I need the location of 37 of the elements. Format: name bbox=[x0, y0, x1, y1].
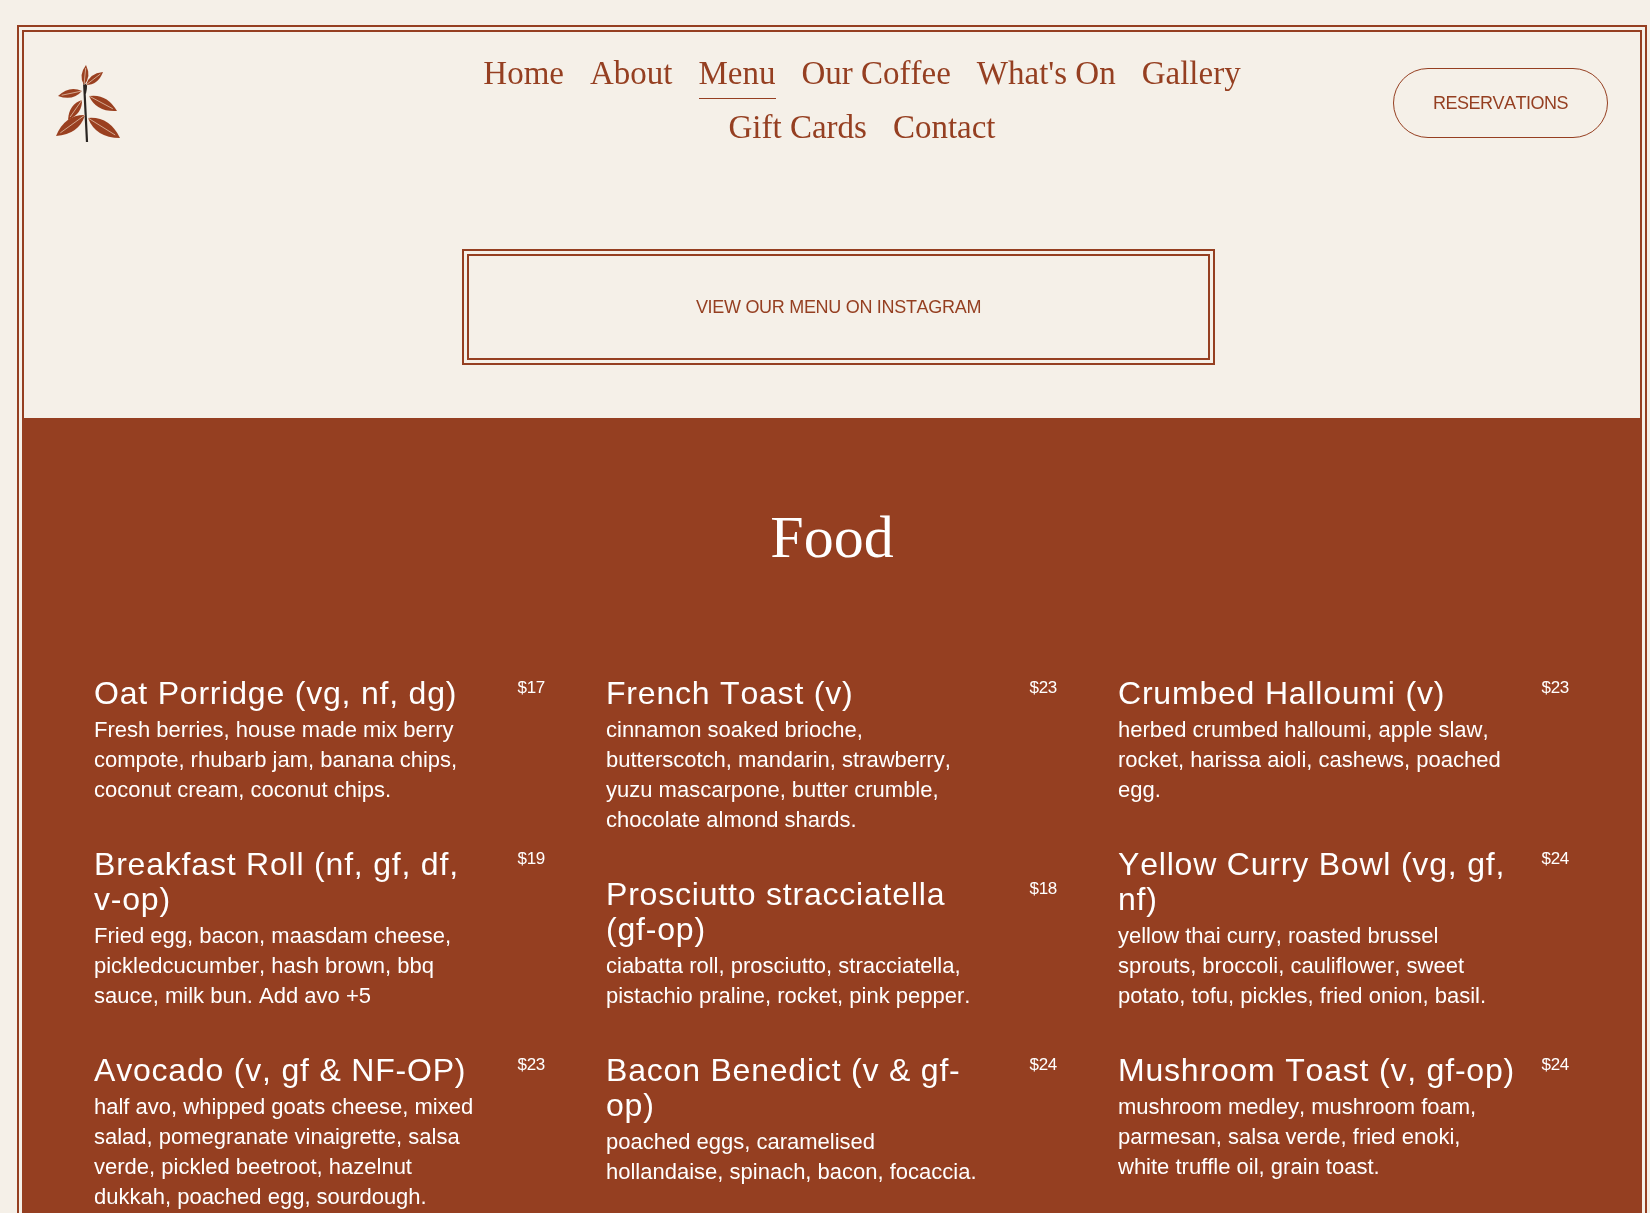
dish-price: $24 bbox=[1541, 848, 1569, 870]
dish-name: French Toast (v) bbox=[606, 676, 855, 711]
dish-description: Fresh berries, house made mix berry compote, rhubarb jam, banana chips, coconut cream, coconut chips. bbox=[94, 716, 459, 804]
dish-description: cinnamon soaked brioche, butterscotch, mandarin, strawberry, yuzu mascarpone, butter crumble, chocolate almond shards. bbox=[606, 716, 952, 834]
dish-name: Prosciutto stracciatella (gf-op) bbox=[606, 877, 947, 947]
dish-price: $23 bbox=[1029, 677, 1057, 699]
dish-description: half avo, whipped goats cheese, mixed salad, pomegranate vinaigrette, salsa verde, pickled beetroot, hazelnut dukkah, poached egg, sourdough. bbox=[94, 1093, 475, 1211]
nav-link[interactable]: Gallery bbox=[1141, 53, 1241, 99]
dish-description: poached eggs, caramelised hollandaise, spinach, bacon, focaccia. bbox=[606, 1128, 978, 1186]
nav-link[interactable]: Gift Cards bbox=[728, 107, 867, 153]
nav-link[interactable]: What's On bbox=[976, 53, 1116, 99]
dish-price: $18 bbox=[1029, 878, 1057, 900]
nav-link[interactable]: Menu bbox=[698, 53, 776, 99]
nav-link[interactable]: Our Coffee bbox=[801, 53, 951, 99]
dish-price: $17 bbox=[517, 677, 545, 699]
dish-name: Crumbed Halloumi (v) bbox=[1118, 676, 1447, 711]
dish-name: Breakfast Roll (nf, gf, df, v-op) bbox=[94, 847, 460, 917]
dish-name: Avocado (v, gf & NF-OP) bbox=[94, 1053, 468, 1088]
dish-name: Bacon Benedict (v & gf-op) bbox=[606, 1053, 962, 1123]
dish-description: yellow thai curry, roasted brussel sprouts, broccoli, cauliflower, sweet potato, tofu, pickles, fried onion, basil. bbox=[1118, 922, 1488, 1010]
instagram-menu-button[interactable]: VIEW OUR MENU ON INSTAGRAM bbox=[462, 249, 1215, 365]
nav-link[interactable]: About bbox=[590, 53, 673, 99]
dish-name: Mushroom Toast (v, gf-op) bbox=[1118, 1053, 1516, 1088]
dish-price: $24 bbox=[1029, 1054, 1057, 1076]
dish-description: Fried egg, bacon, maasdam cheese, pickledcucumber, hash brown, bbq sauce, milk bun. Add avo +5 bbox=[94, 922, 453, 1010]
dish-price: $19 bbox=[517, 848, 545, 870]
nav-link[interactable]: Home bbox=[483, 53, 564, 99]
dish-description: mushroom medley, mushroom foam, parmesan, salsa verde, fried enoki, white truffle oil, grain toast. bbox=[1118, 1093, 1478, 1181]
dish-price: $24 bbox=[1541, 1054, 1569, 1076]
dish-price: $23 bbox=[1541, 677, 1569, 699]
dish-description: ciabatta roll, prosciutto, stracciatella, pistachio praline, rocket, pink pepper. bbox=[606, 952, 972, 1010]
dish-name: Oat Porridge (vg, nf, dg) bbox=[94, 676, 459, 711]
dish-price: $23 bbox=[517, 1054, 545, 1076]
dish-description: herbed crumbed halloumi, apple slaw, rocket, harissa aioli, cashews, poached egg. bbox=[1118, 716, 1502, 804]
dish-name: Yellow Curry Bowl (vg, gf, nf) bbox=[1118, 847, 1507, 917]
nav-link[interactable]: Contact bbox=[892, 107, 996, 153]
section-heading: Food bbox=[769, 507, 895, 567]
